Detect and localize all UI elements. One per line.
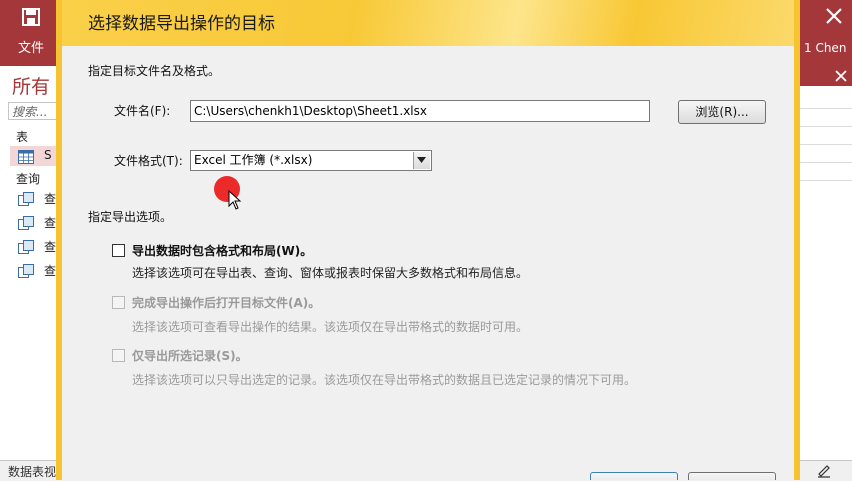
grid-line <box>800 126 852 127</box>
filename-input[interactable]: C:\Users\chenkh1\Desktop\Sheet1.xlsx <box>190 100 650 122</box>
close-icon[interactable] <box>824 6 848 30</box>
open-target-file-checkbox[interactable] <box>112 296 125 309</box>
dialog-title: 选择数据导出操作的目标 <box>88 14 275 34</box>
filename-label: 文件名(F): <box>114 104 171 118</box>
status-text: 数据表视 <box>8 465 57 479</box>
grid-line <box>800 108 852 109</box>
export-selected-records-label[interactable]: 仅导出所选记录(S)。 <box>132 347 248 364</box>
file-tab[interactable]: 文件 <box>8 38 54 60</box>
cancel-button[interactable] <box>688 472 776 480</box>
nav-item-query[interactable]: 查 <box>10 188 56 208</box>
chevron-down-icon[interactable] <box>413 152 430 169</box>
design-view-icon[interactable] <box>816 463 832 479</box>
include-formatting-checkbox[interactable] <box>112 244 125 257</box>
nav-item-label: 查 <box>44 192 57 206</box>
nav-item-query[interactable]: 查 <box>10 260 56 280</box>
format-select-value: Excel 工作簿 (*.xlsx) <box>194 153 313 167</box>
navigation-pane: 所有 搜索... 表 S 查询 查 查 查 查 <box>0 66 57 460</box>
dialog-body: 指定目标文件名及格式。 文件名(F): C:\Users\chenkh1\Des… <box>62 46 794 480</box>
document-tab-bar <box>800 66 852 86</box>
grid-line <box>800 180 852 181</box>
query-icon <box>18 215 34 230</box>
format-label: 文件格式(T): <box>114 154 183 168</box>
grid-line <box>800 144 852 145</box>
section-options-label: 指定导出选项。 <box>88 210 173 224</box>
format-select[interactable]: Excel 工作簿 (*.xlsx) <box>190 150 432 171</box>
document-area <box>800 66 852 460</box>
nav-item-label: 查 <box>44 216 57 230</box>
table-icon <box>18 149 34 164</box>
nav-category-tables[interactable]: 表 <box>16 128 28 145</box>
query-icon <box>18 191 34 206</box>
ok-button[interactable] <box>590 472 678 480</box>
nav-item-table[interactable]: S <box>10 146 56 166</box>
save-icon[interactable] <box>22 8 42 28</box>
close-document-icon[interactable] <box>834 68 848 82</box>
nav-category-queries[interactable]: 查询 <box>16 170 40 187</box>
nav-item-query[interactable]: 查 <box>10 212 56 232</box>
nav-search-input[interactable]: 搜索... <box>8 102 56 120</box>
user-name[interactable]: 1 Chen <box>804 38 852 58</box>
dialog-header: 选择数据导出操作的目标 <box>62 0 794 46</box>
nav-item-query[interactable]: 查 <box>10 236 56 256</box>
nav-pane-title[interactable]: 所有 <box>12 72 50 99</box>
mouse-cursor-icon <box>228 190 242 210</box>
include-formatting-label[interactable]: 导出数据时包含格式和布局(W)。 <box>132 242 312 259</box>
section-file-label: 指定目标文件名及格式。 <box>88 64 221 78</box>
grid-line <box>800 162 852 163</box>
browse-button[interactable]: 浏览(R)... <box>678 100 766 124</box>
nav-item-label: S <box>44 148 52 162</box>
nav-item-label: 查 <box>44 240 57 254</box>
export-dialog: 选择数据导出操作的目标 指定目标文件名及格式。 文件名(F): C:\Users… <box>56 0 800 480</box>
query-icon <box>18 239 34 254</box>
export-selected-records-checkbox[interactable] <box>112 349 125 362</box>
query-icon <box>18 263 34 278</box>
include-formatting-description: 选择该选项可在导出表、查询、窗体或报表时保留大多数格式和布局信息。 <box>132 266 529 280</box>
export-selected-records-description: 选择该选项可以只导出选定的记录。该选项仅在导出带格式的数据且已选定记录的情况下可… <box>132 373 637 387</box>
open-target-file-label[interactable]: 完成导出操作后打开目标文件(A)。 <box>132 294 320 311</box>
open-target-file-description: 选择该选项可查看导出操作的结果。该选项仅在导出带格式的数据时可用。 <box>132 320 529 334</box>
nav-item-label: 查 <box>44 264 57 278</box>
